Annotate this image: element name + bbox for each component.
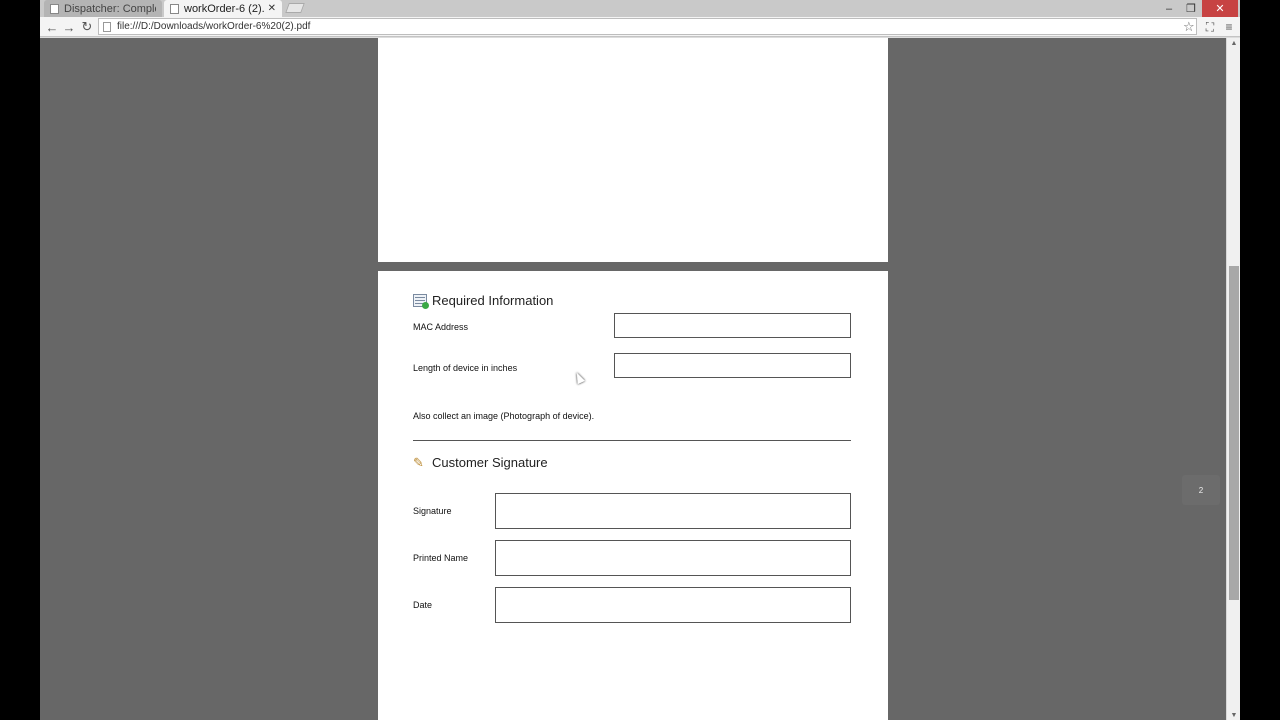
bookmark-star-icon[interactable]: ☆ [1183, 19, 1195, 35]
printed-name-label: Printed Name [413, 553, 469, 563]
pdf-viewer[interactable]: Required Information MAC Address Length … [40, 38, 1226, 720]
photo-note: Also collect an image (Photograph of dev… [413, 411, 595, 421]
section-divider [413, 440, 851, 441]
page-favicon-icon [170, 3, 179, 14]
tab-workorder-pdf[interactable]: workOrder-6 (2).pdf ✕ [164, 0, 282, 17]
page-icon [103, 21, 111, 32]
address-bar[interactable] [98, 18, 1197, 35]
device-length-field[interactable] [614, 353, 851, 378]
page-favicon-icon [50, 3, 59, 14]
device-length-label: Length of device in inches [413, 363, 518, 373]
back-button[interactable]: ← [44, 19, 60, 35]
mac-address-label: MAC Address [413, 322, 469, 332]
tab-label: workOrder-6 (2).pdf [184, 2, 264, 15]
close-window-button[interactable]: ✕ [1202, 0, 1238, 17]
browser-toolbar: ← → ↻ ☆ ⛶ ≡ [40, 17, 1240, 37]
section-title: Customer Signature [432, 455, 548, 470]
reload-button[interactable]: ↻ [79, 19, 95, 35]
menu-icon[interactable]: ≡ [1221, 19, 1237, 35]
mac-address-field[interactable] [614, 313, 851, 338]
required-info-heading: Required Information [413, 293, 554, 309]
scroll-up-icon[interactable]: ▲ [1227, 38, 1240, 48]
scrollbar-thumb[interactable] [1229, 266, 1239, 600]
pdf-page-1 [378, 38, 888, 262]
date-label: Date [413, 600, 433, 610]
section-title: Required Information [432, 293, 554, 308]
scroll-down-icon[interactable]: ▼ [1227, 710, 1240, 720]
forward-button[interactable]: → [61, 19, 77, 35]
address-input[interactable] [117, 21, 1177, 32]
page-number-indicator: 2 [1182, 475, 1220, 505]
pencil-icon: ✎ [413, 454, 424, 470]
tab-label: Dispatcher: Completed Jobs - Dispatch [64, 2, 156, 15]
vertical-scrollbar[interactable]: ▲ ▼ [1226, 38, 1240, 720]
signature-label: Signature [413, 506, 452, 516]
customer-signature-heading: ✎ Customer Signature [413, 455, 548, 470]
signature-field[interactable] [495, 493, 851, 529]
printed-name-field[interactable] [495, 540, 851, 576]
minimize-button[interactable]: ‒ [1158, 0, 1180, 17]
tab-close-icon[interactable]: ✕ [268, 3, 276, 14]
pdf-page-2: Required Information MAC Address Length … [378, 271, 888, 720]
title-bar: Dispatcher: Completed Jobs - Dispatch wo… [40, 0, 1240, 17]
new-tab-button[interactable] [285, 3, 305, 13]
fit-page-icon[interactable]: ⛶ [1202, 19, 1218, 35]
form-icon [413, 294, 429, 309]
maximize-button[interactable]: ❐ [1180, 0, 1202, 17]
date-field[interactable] [495, 587, 851, 623]
tab-dispatcher[interactable]: Dispatcher: Completed Jobs - Dispatch [44, 0, 162, 17]
browser-window: Dispatcher: Completed Jobs - Dispatch wo… [40, 0, 1240, 720]
